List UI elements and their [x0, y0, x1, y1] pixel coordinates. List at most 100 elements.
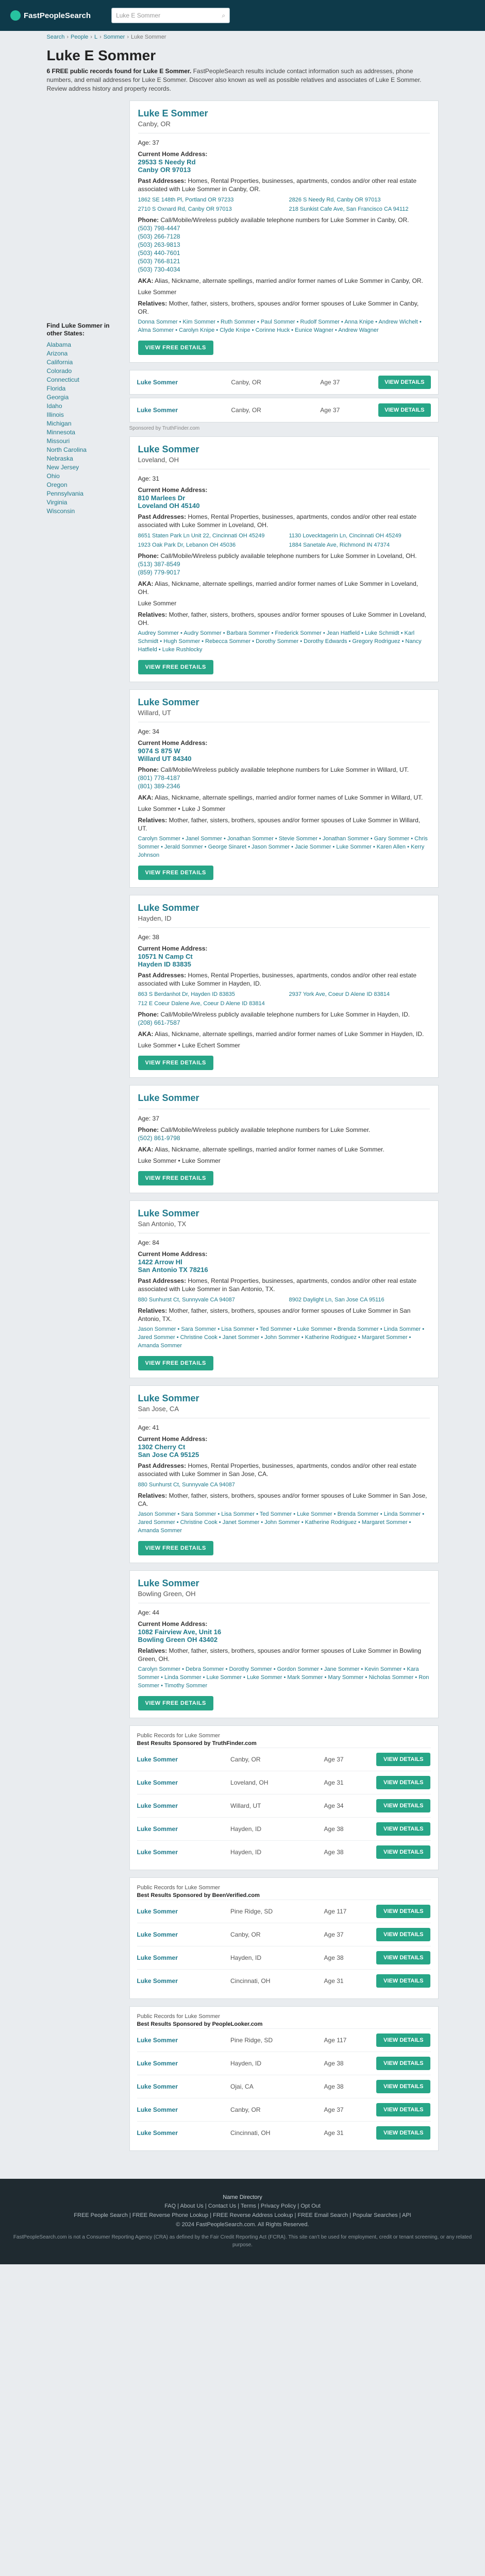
state-link-label[interactable]: Florida: [47, 385, 66, 392]
view-free-details-button[interactable]: VIEW FREE DETAILS: [138, 1171, 213, 1185]
view-free-details-button[interactable]: VIEW FREE DETAILS: [138, 1056, 213, 1070]
past-address[interactable]: 712 E Coeur Dalene Ave, Coeur D Alene ID…: [138, 1000, 279, 1007]
view-details-button[interactable]: VIEW DETAILS: [376, 2080, 431, 2093]
footer-name-directory[interactable]: Name Directory: [10, 2193, 475, 2201]
phone-number[interactable]: (503) 798-4447: [138, 224, 430, 232]
state-link-label[interactable]: Illinois: [47, 411, 64, 418]
current-address-city[interactable]: San Antonio TX 78216: [138, 1266, 430, 1274]
breadcrumb-item[interactable]: Search: [47, 34, 65, 40]
relatives-list[interactable]: Carolyn Sommer • Janel Sommer • Jonathan…: [138, 835, 430, 859]
past-address[interactable]: 880 Sunhurst Ct, Sunnyvale CA 94087: [138, 1481, 279, 1488]
view-details-button[interactable]: VIEW DETAILS: [376, 2033, 431, 2047]
result-name[interactable]: Luke Sommer: [138, 1208, 430, 1219]
partner-name[interactable]: Luke Sommer: [137, 1779, 214, 1786]
partner-name[interactable]: Luke Sommer: [137, 2106, 214, 2113]
result-name[interactable]: Luke Sommer: [138, 1393, 430, 1404]
current-address-city[interactable]: Canby OR 97013: [138, 166, 430, 174]
state-link-label[interactable]: Wisconsin: [47, 507, 75, 515]
phone-number[interactable]: (503) 730-4034: [138, 265, 430, 274]
relatives-list[interactable]: Audrey Sommer • Audry Sommer • Barbara S…: [138, 629, 430, 654]
view-details-button[interactable]: VIEW DETAILS: [376, 1928, 431, 1941]
state-link-label[interactable]: Michigan: [47, 420, 72, 427]
view-details-button[interactable]: VIEW DETAILS: [376, 2057, 431, 2070]
phone-number[interactable]: (503) 766-8121: [138, 257, 430, 265]
relatives-list[interactable]: Jason Sommer • Sara Sommer • Lisa Sommer…: [138, 1510, 430, 1535]
partner-name[interactable]: Luke Sommer: [137, 1931, 214, 1938]
search-input[interactable]: Luke E Sommer ⌕: [111, 8, 230, 23]
past-address[interactable]: 863 S Berdanhot Dr, Hayden ID 83835: [138, 991, 279, 998]
phone-number[interactable]: (503) 263-9813: [138, 241, 430, 249]
phone-number[interactable]: (503) 266-7128: [138, 232, 430, 241]
current-address-street[interactable]: 9074 S 875 W: [138, 747, 430, 755]
partner-name[interactable]: Luke Sommer: [137, 1825, 214, 1833]
partner-name[interactable]: Luke Sommer: [137, 1802, 214, 1809]
view-details-button[interactable]: VIEW DETAILS: [376, 1974, 431, 1988]
partner-name[interactable]: Luke Sommer: [137, 2083, 214, 2090]
state-link-label[interactable]: Idaho: [47, 402, 62, 410]
view-free-details-button[interactable]: VIEW FREE DETAILS: [138, 866, 213, 880]
view-details-button[interactable]: VIEW DETAILS: [376, 1753, 431, 1766]
view-details-button[interactable]: VIEW DETAILS: [376, 1905, 431, 1918]
current-address-city[interactable]: Bowling Green OH 43402: [138, 1636, 430, 1643]
partner-name[interactable]: Luke Sommer: [137, 2037, 214, 2044]
result-name[interactable]: Luke Sommer: [138, 903, 430, 913]
relatives-list[interactable]: Carolyn Sommer • Debra Sommer • Dorothy …: [138, 1665, 430, 1690]
view-free-details-button[interactable]: VIEW FREE DETAILS: [138, 341, 213, 355]
view-free-details-button[interactable]: VIEW FREE DETAILS: [138, 1541, 213, 1555]
current-address-city[interactable]: Loveland OH 45140: [138, 502, 430, 510]
view-details-button[interactable]: VIEW DETAILS: [376, 1951, 431, 1964]
state-link-label[interactable]: Georgia: [47, 394, 69, 401]
current-address-street[interactable]: 29533 S Needy Rd: [138, 158, 430, 166]
phone-number[interactable]: (801) 778-4187: [138, 774, 430, 782]
state-link-label[interactable]: Minnesota: [47, 429, 75, 436]
footer-line-1[interactable]: FREE People Search | FREE Reverse Phone …: [10, 2211, 475, 2220]
ad-name[interactable]: Luke Sommer: [137, 379, 214, 386]
view-free-details-button[interactable]: VIEW FREE DETAILS: [138, 1696, 213, 1710]
partner-name[interactable]: Luke Sommer: [137, 1756, 214, 1763]
partner-name[interactable]: Luke Sommer: [137, 1954, 214, 1961]
phone-number[interactable]: (801) 389-2346: [138, 782, 430, 790]
state-link-label[interactable]: Nebraska: [47, 455, 73, 462]
past-address[interactable]: 1130 Lovecktagerin Ln, Cincinnati OH 452…: [289, 532, 430, 539]
result-name[interactable]: Luke Sommer: [138, 444, 430, 455]
state-link-label[interactable]: New Jersey: [47, 464, 79, 471]
relatives-list[interactable]: Jason Sommer • Sara Sommer • Lisa Sommer…: [138, 1325, 430, 1350]
result-name[interactable]: Luke Sommer: [138, 1093, 430, 1104]
past-address[interactable]: 218 Sunkist Cafe Ave, San Francisco CA 9…: [289, 206, 430, 213]
view-details-button[interactable]: VIEW DETAILS: [376, 1845, 431, 1859]
phone-number[interactable]: (208) 661-7587: [138, 1019, 430, 1027]
state-link-label[interactable]: Missouri: [47, 437, 70, 445]
state-link-label[interactable]: California: [47, 359, 73, 366]
past-address[interactable]: 880 Sunhurst Ct, Sunnyvale CA 94087: [138, 1296, 279, 1303]
result-name[interactable]: Luke Sommer: [138, 1578, 430, 1589]
state-link-label[interactable]: Arizona: [47, 350, 68, 357]
view-details-button[interactable]: VIEW DETAILS: [376, 2126, 431, 2140]
view-details-button[interactable]: VIEW DETAILS: [376, 1799, 431, 1812]
state-link-label[interactable]: Colorado: [47, 367, 72, 375]
phone-number[interactable]: (859) 779-9017: [138, 568, 430, 577]
partner-name[interactable]: Luke Sommer: [137, 2129, 214, 2137]
search-icon[interactable]: ⌕: [222, 12, 225, 20]
breadcrumb-item[interactable]: People: [71, 34, 88, 40]
breadcrumb-item[interactable]: Sommer: [104, 34, 125, 40]
past-address[interactable]: 8651 Staten Park Ln Unit 22, Cincinnati …: [138, 532, 279, 539]
state-link-label[interactable]: North Carolina: [47, 446, 87, 453]
past-address[interactable]: 1884 Sanetale Ave, Richmond IN 47374: [289, 541, 430, 549]
partner-name[interactable]: Luke Sommer: [137, 1849, 214, 1856]
view-free-details-button[interactable]: VIEW FREE DETAILS: [138, 660, 213, 674]
current-address-city[interactable]: Willard UT 84340: [138, 755, 430, 762]
partner-name[interactable]: Luke Sommer: [137, 1977, 214, 1985]
view-details-button[interactable]: VIEW DETAILS: [376, 1822, 431, 1836]
state-link-label[interactable]: Alabama: [47, 341, 71, 348]
state-link-label[interactable]: Virginia: [47, 499, 68, 506]
view-details-button[interactable]: VIEW DETAILS: [378, 403, 431, 417]
result-name[interactable]: Luke E Sommer: [138, 108, 430, 119]
breadcrumb-item[interactable]: L: [94, 34, 97, 40]
past-address[interactable]: 2710 S Oxnard Rd, Canby OR 97013: [138, 206, 279, 213]
current-address-city[interactable]: San Jose CA 95125: [138, 1451, 430, 1459]
current-address-street[interactable]: 1422 Arrow Hl: [138, 1258, 430, 1266]
relatives-list[interactable]: Donna Sommer • Kim Sommer • Ruth Sommer …: [138, 318, 430, 334]
state-link-label[interactable]: Connecticut: [47, 376, 79, 383]
current-address-city[interactable]: Hayden ID 83835: [138, 960, 430, 968]
past-address[interactable]: 8902 Daylight Ln, San Jose CA 95116: [289, 1296, 430, 1303]
